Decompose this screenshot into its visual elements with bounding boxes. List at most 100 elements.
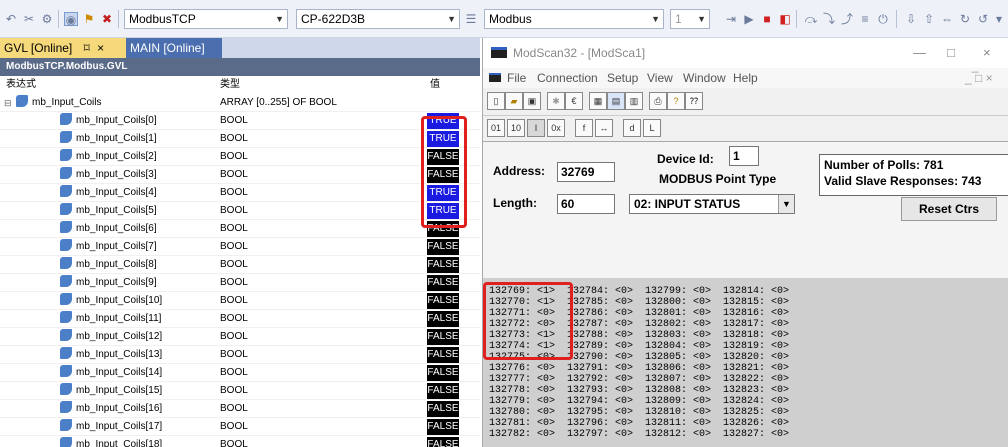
modscan-title-bar[interactable]: ModScan32 - [ModSca1] — □ ×	[483, 38, 1008, 68]
table-row[interactable]: mb_Input_Coils[0] BOOL TRUE	[0, 112, 480, 130]
column-header-expression[interactable]: 表达式	[6, 76, 36, 94]
reset-counters-button[interactable]: Reset Ctrs	[901, 197, 997, 221]
value-badge-false[interactable]: FALSE	[427, 311, 459, 327]
table-row[interactable]: mb_Input_Coils[10] BOOL FALSE	[0, 292, 480, 310]
context-help-icon[interactable]: ⁇	[685, 92, 703, 110]
toolbar-overflow-icon[interactable]: ▾	[992, 12, 1006, 26]
point-type-select[interactable]: 02: INPUT STATUS ▼	[629, 194, 795, 214]
display-icon[interactable]: ▦	[589, 92, 607, 110]
stop-icon[interactable]: ■	[760, 12, 774, 26]
value-badge-false[interactable]: FALSE	[427, 401, 459, 417]
open-icon[interactable]: ▰	[505, 92, 523, 110]
breakpoint-list-icon[interactable]: ≡	[858, 12, 872, 26]
menu-file[interactable]: File	[507, 68, 526, 88]
table-row[interactable]: mb_Input_Coils[8] BOOL FALSE	[0, 256, 480, 274]
network-icon[interactable]: ⚑	[82, 12, 96, 26]
login-icon[interactable]: ⇥	[724, 12, 738, 26]
menu-view[interactable]: View	[647, 68, 673, 88]
disconnect-icon[interactable]: €	[565, 92, 583, 110]
address-field[interactable]: 32769	[557, 162, 615, 182]
format-integer-icon[interactable]: I	[527, 119, 545, 137]
value-badge-false[interactable]: FALSE	[427, 239, 459, 255]
number-combo[interactable]: 1 ▼	[670, 9, 710, 29]
value-badge-false[interactable]: FALSE	[427, 329, 459, 345]
value-badge-false[interactable]: FALSE	[427, 275, 459, 291]
step-out-icon[interactable]: ⤴	[840, 12, 854, 26]
table-row[interactable]: mb_Input_Coils[16] BOOL FALSE	[0, 400, 480, 418]
menu-window[interactable]: Window	[683, 68, 726, 88]
reset-icon[interactable]: ◧	[778, 12, 792, 26]
settings-icon[interactable]: ⚙	[40, 12, 54, 26]
list-icon[interactable]: ☰	[464, 12, 478, 26]
table-row[interactable]: mb_Input_Coils[2] BOOL FALSE	[0, 148, 480, 166]
value-badge-false[interactable]: FALSE	[427, 347, 459, 363]
monitor-icon[interactable]: ▥	[625, 92, 643, 110]
table-row[interactable]: mb_Input_Coils[17] BOOL FALSE	[0, 418, 480, 436]
compare-icon[interactable]: ⇔	[940, 12, 954, 26]
table-row[interactable]: mb_Input_Coils[5] BOOL TRUE	[0, 202, 480, 220]
save-icon[interactable]: ▣	[523, 92, 541, 110]
table-row[interactable]: mb_Input_Coils[1] BOOL TRUE	[0, 130, 480, 148]
table-row[interactable]: mb_Input_Coils[7] BOOL FALSE	[0, 238, 480, 256]
print-icon[interactable]: ⎙	[649, 92, 667, 110]
window-icon[interactable]: ▤	[607, 92, 625, 110]
format-binary-icon[interactable]: 01	[487, 119, 505, 137]
run-icon[interactable]: ▶	[742, 12, 756, 26]
table-row[interactable]: mb_Input_Coils[9] BOOL FALSE	[0, 274, 480, 292]
close-icon[interactable]: ×	[97, 41, 104, 55]
format-float-icon[interactable]: f	[575, 119, 593, 137]
table-row[interactable]: mb_Input_Coils[4] BOOL TRUE	[0, 184, 480, 202]
format-hex-icon[interactable]: 0x	[547, 119, 565, 137]
scan-icon[interactable]: ✖	[100, 12, 114, 26]
sync-icon[interactable]: ↺	[976, 12, 990, 26]
close-button[interactable]: ×	[983, 38, 991, 68]
table-row[interactable]: mb_Input_Coils[6] BOOL FALSE	[0, 220, 480, 238]
maximize-button[interactable]: □	[947, 38, 955, 68]
online-icon[interactable]: ◉	[64, 12, 78, 27]
connect-icon[interactable]: ✱	[547, 92, 565, 110]
format-swap-icon[interactable]: ↔	[595, 119, 613, 137]
format-double-icon[interactable]: d	[623, 119, 641, 137]
column-header-value[interactable]: 值	[430, 76, 440, 94]
protocol-combo[interactable]: ModbusTCP ▼	[124, 9, 288, 29]
length-field[interactable]: 60	[557, 194, 615, 214]
table-row[interactable]: mb_Input_Coils[11] BOOL FALSE	[0, 310, 480, 328]
new-icon[interactable]: ▯	[487, 92, 505, 110]
undo-icon[interactable]: ↶	[4, 12, 18, 26]
child-window-icon[interactable]	[489, 73, 501, 82]
collapse-icon[interactable]: ⊟	[4, 94, 12, 112]
menu-help[interactable]: Help	[733, 68, 758, 88]
table-row[interactable]: mb_Input_Coils[14] BOOL FALSE	[0, 364, 480, 382]
chevron-down-icon[interactable]: ▼	[778, 195, 794, 213]
value-badge-false[interactable]: FALSE	[427, 437, 459, 447]
refresh-icon[interactable]: ↻	[958, 12, 972, 26]
value-badge-false[interactable]: FALSE	[427, 419, 459, 435]
column-header-type[interactable]: 类型	[220, 76, 240, 94]
value-badge-false[interactable]: FALSE	[427, 365, 459, 381]
table-row[interactable]: mb_Input_Coils[15] BOOL FALSE	[0, 382, 480, 400]
device-combo[interactable]: CP-622D3B ▼	[296, 9, 460, 29]
value-badge-false[interactable]: FALSE	[427, 293, 459, 309]
table-row[interactable]: mb_Input_Coils[13] BOOL FALSE	[0, 346, 480, 364]
table-row-parent[interactable]: ⊟ mb_Input_Coils ARRAY [0..255] OF BOOL	[0, 94, 480, 112]
menu-setup[interactable]: Setup	[607, 68, 638, 88]
pin-icon[interactable]: ⌑	[84, 41, 90, 55]
device-id-field[interactable]: 1	[729, 146, 759, 166]
power-icon[interactable]: ⏻	[876, 12, 890, 26]
help-icon[interactable]: ?	[667, 92, 685, 110]
tab-gvl-online[interactable]: GVL [Online] ⌑ ×	[0, 38, 126, 58]
target-combo[interactable]: Modbus ▼	[484, 9, 664, 29]
table-row[interactable]: mb_Input_Coils[18] BOOL FALSE	[0, 436, 480, 447]
format-decimal-icon[interactable]: 10	[507, 119, 525, 137]
child-window-controls[interactable]: _ ̅□ ×	[965, 68, 993, 88]
format-long-icon[interactable]: L	[643, 119, 661, 137]
upload-icon[interactable]: ⇧	[922, 12, 936, 26]
tool-icon[interactable]: ✂	[22, 12, 36, 26]
value-badge-false[interactable]: FALSE	[427, 383, 459, 399]
step-over-icon[interactable]: ⤼	[804, 12, 818, 26]
minimize-button[interactable]: —	[913, 38, 926, 68]
download-icon[interactable]: ⇩	[904, 12, 918, 26]
menu-connection[interactable]: Connection	[537, 68, 598, 88]
tab-main-online[interactable]: MAIN [Online]	[126, 38, 222, 58]
table-row[interactable]: mb_Input_Coils[12] BOOL FALSE	[0, 328, 480, 346]
